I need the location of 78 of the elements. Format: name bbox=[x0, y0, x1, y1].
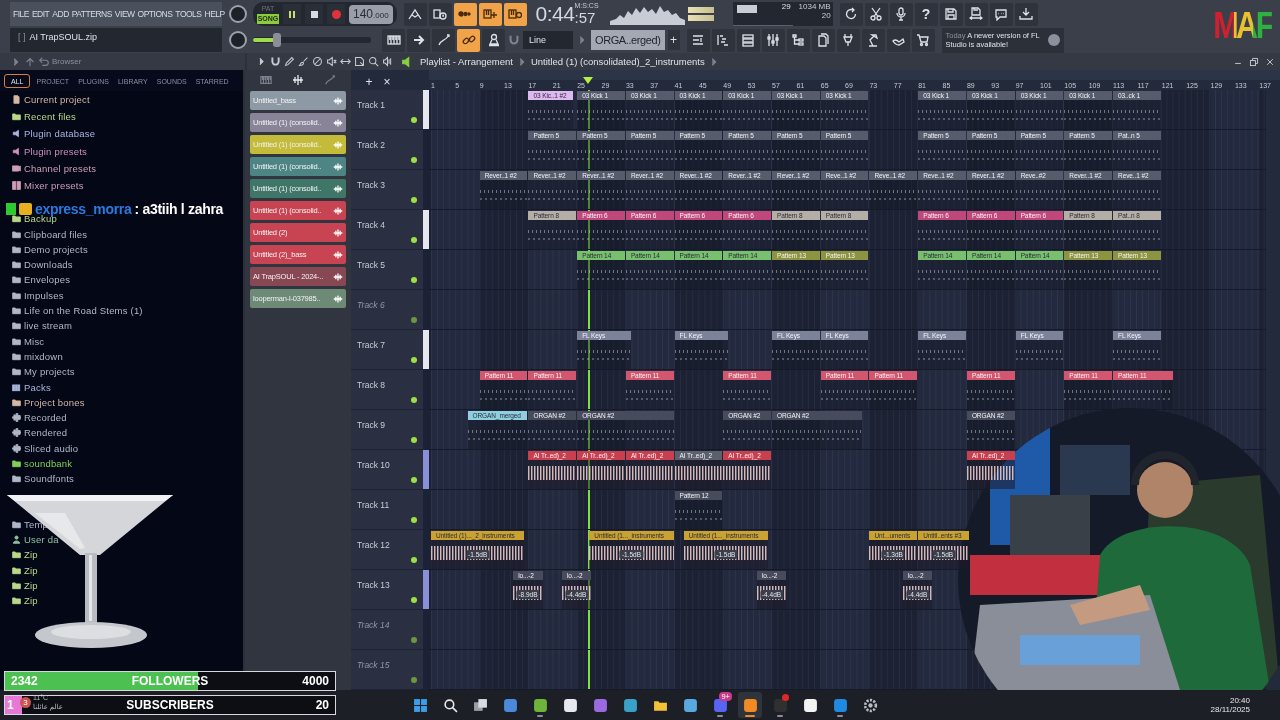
menu-item[interactable]: PATTERNS bbox=[71, 9, 112, 19]
browser-item[interactable]: live stream bbox=[24, 320, 73, 332]
browser-item[interactable]: Recent files bbox=[24, 111, 77, 123]
add-pattern-button[interactable]: + bbox=[667, 30, 680, 50]
track-name: Track 7 bbox=[357, 340, 386, 350]
goal-label: SUBSCRIBERS bbox=[126, 698, 214, 712]
track-name: Track 3 bbox=[357, 180, 386, 190]
menu-item[interactable]: EDIT bbox=[31, 9, 50, 19]
browser-item[interactable]: Zip bbox=[24, 595, 38, 607]
track-name: Track 6 bbox=[357, 300, 385, 310]
menu-item[interactable]: OPTIONS bbox=[137, 9, 173, 19]
memory-reading: 1034 MB bbox=[798, 2, 831, 11]
browser-item[interactable]: Life on the Road Stems (1) bbox=[24, 305, 143, 317]
browser-item[interactable]: Sliced audio bbox=[24, 442, 79, 454]
clock-date: 28/11/2025 bbox=[1210, 705, 1250, 714]
hint-bracket: [ ] bbox=[18, 32, 26, 42]
add-track-button[interactable]: + bbox=[363, 76, 375, 88]
browser-item[interactable]: Project bones bbox=[24, 396, 85, 408]
help-button[interactable]: ? bbox=[914, 2, 938, 26]
menu-item[interactable]: ADD bbox=[52, 9, 69, 19]
time-centiseconds: :57 bbox=[574, 10, 596, 26]
chat-message: : a3tiih l zahra bbox=[134, 201, 224, 217]
time-display: 0:44 bbox=[535, 2, 575, 26]
track-name: Track 2 bbox=[357, 140, 386, 150]
browser-item[interactable]: Packs bbox=[24, 381, 51, 393]
weather-badge: 3 bbox=[20, 696, 31, 708]
track-name: Track 1 bbox=[357, 100, 386, 110]
menu-item[interactable]: TOOLS bbox=[175, 9, 202, 19]
track-name: Track 5 bbox=[357, 260, 386, 270]
browser-item[interactable]: My projects bbox=[24, 366, 75, 378]
browser-item[interactable]: Demo projects bbox=[24, 243, 88, 255]
browser-item[interactable]: Plugin database bbox=[24, 128, 96, 140]
track-name: Track 14 bbox=[357, 620, 390, 630]
track-name: Track 8 bbox=[357, 380, 386, 390]
track-name: Track 10 bbox=[357, 460, 390, 470]
playlist-title: Playlist - Arrangement bbox=[420, 56, 513, 67]
track-name: Track 11 bbox=[357, 500, 390, 510]
track-name: Track 4 bbox=[357, 220, 386, 230]
browser-item[interactable]: Impulses bbox=[24, 289, 64, 301]
tempo-field[interactable]: 140.000 bbox=[349, 4, 393, 24]
browser-item[interactable]: mixdown bbox=[24, 350, 63, 362]
menu-item[interactable]: HELP bbox=[204, 9, 225, 19]
browser-title: Browser bbox=[52, 57, 82, 66]
goal-target: 20 bbox=[315, 698, 329, 712]
track-name: Track 9 bbox=[357, 420, 386, 430]
menu-item[interactable]: FILE bbox=[13, 9, 29, 19]
browser-item[interactable]: Zip bbox=[24, 549, 38, 561]
goal-current: 1 bbox=[7, 698, 14, 712]
project-name: Untitled (1) (consolidated)_2_instruments bbox=[530, 56, 705, 67]
snap-dropdown[interactable]: Line bbox=[523, 31, 573, 49]
goal-current: 2342 bbox=[11, 674, 38, 688]
browser-item[interactable]: Recorded bbox=[24, 412, 67, 424]
track-name: Track 13 bbox=[357, 580, 390, 590]
pattern-selector[interactable]: ORGA..erged) bbox=[591, 30, 665, 50]
remove-button[interactable]: × bbox=[381, 76, 393, 88]
chat-username: express_morra bbox=[35, 201, 132, 217]
browser-item[interactable]: Downloads bbox=[24, 259, 73, 271]
browser-item[interactable]: Zip bbox=[24, 564, 38, 576]
browser-item[interactable]: Mixer presets bbox=[24, 180, 84, 192]
menu-item[interactable]: VIEW bbox=[114, 9, 135, 19]
browser-item[interactable]: Soundfonts bbox=[24, 473, 75, 485]
clock-time: 20:40 bbox=[1229, 696, 1250, 705]
browser-item[interactable]: Misc bbox=[24, 335, 45, 347]
cpu-reading: 29 bbox=[781, 2, 791, 13]
track-name: Track 15 bbox=[357, 660, 390, 670]
hint-text: AI TrapSOUL.zip bbox=[29, 32, 98, 42]
browser-item[interactable]: Channel presets bbox=[24, 162, 97, 174]
browser-item[interactable]: Envelopes bbox=[24, 274, 71, 286]
browser-item[interactable]: Current project bbox=[24, 94, 90, 106]
browser-item[interactable]: soundbank bbox=[24, 458, 73, 469]
goal-target: 4000 bbox=[302, 674, 329, 688]
browser-item[interactable]: Clipboard files bbox=[24, 228, 88, 240]
polyphony-reading: 20 bbox=[821, 11, 831, 20]
browser-item[interactable]: Zip bbox=[24, 579, 38, 591]
track-name: Track 12 bbox=[357, 540, 390, 550]
browser-item[interactable]: User da bbox=[24, 533, 59, 545]
browser-item[interactable]: Plugin presets bbox=[24, 145, 87, 157]
browser-item[interactable]: Rendered bbox=[24, 427, 68, 439]
